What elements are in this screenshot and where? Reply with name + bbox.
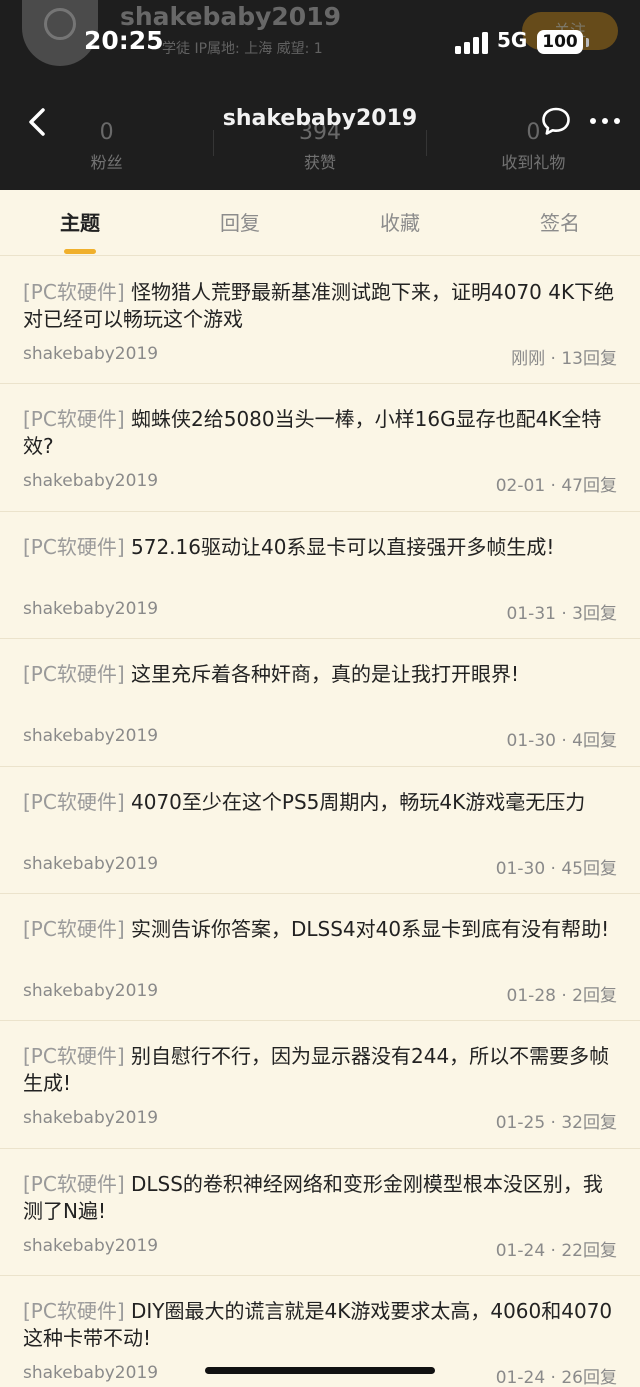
post-title: [PC软硬件] DLSS的卷积神经网络和变形金刚模型根本没区别，我测了N遍! (23, 1171, 618, 1227)
tab-label: 主题 (60, 211, 100, 235)
post-tag: [PC软硬件] (23, 1044, 125, 1069)
post-item[interactable]: [PC软硬件] 572.16驱动让40系显卡可以直接强开多帧生成! shakeb… (0, 512, 640, 640)
post-replies: 47回复 (561, 476, 617, 497)
post-item[interactable]: [PC软硬件] 实测告诉你答案，DLSS4对40系显卡到底有没有帮助! shak… (0, 894, 640, 1022)
post-title: [PC软硬件] 实测告诉你答案，DLSS4对40系显卡到底有没有帮助! (23, 916, 618, 972)
post-author: shakebaby2019 (23, 980, 159, 1001)
home-indicator[interactable] (205, 1367, 435, 1374)
post-author: shakebaby2019 (23, 598, 159, 619)
post-title-text: 这里充斥着各种奸商，真的是让我打开眼界! (131, 662, 520, 687)
post-item[interactable]: [PC软硬件] DLSS的卷积神经网络和变形金刚模型根本没区别，我测了N遍! s… (0, 1149, 640, 1277)
post-item[interactable]: [PC软硬件] 怪物猎人荒野最新基准测试跑下来，证明4070 4K下绝对已经可以… (0, 257, 640, 385)
post-meta: 01-30 · 4回复 (506, 731, 617, 752)
post-list: [PC软硬件] 怪物猎人荒野最新基准测试跑下来，证明4070 4K下绝对已经可以… (0, 257, 640, 1387)
post-tag: [PC软硬件] (23, 916, 125, 941)
post-title: [PC软硬件] 这里充斥着各种奸商，真的是让我打开眼界! (23, 661, 618, 717)
post-meta: 01-25 · 32回复 (495, 1113, 617, 1134)
post-title-text: 4070至少在这个PS5周期内，畅玩4K游戏毫无压力 (131, 789, 586, 814)
tab-topics[interactable]: 主题 (0, 190, 160, 255)
post-tag: [PC软硬件] (23, 662, 125, 687)
tab-active-indicator (64, 249, 96, 254)
post-replies: 45回复 (561, 858, 617, 879)
post-author: shakebaby2019 (23, 1108, 159, 1129)
post-title: [PC软硬件] 怪物猎人荒野最新基准测试跑下来，证明4070 4K下绝对已经可以… (23, 279, 618, 335)
tab-label: 签名 (540, 211, 580, 235)
post-meta: 01-28 · 2回复 (506, 985, 617, 1006)
post-author: shakebaby2019 (23, 726, 159, 747)
post-author: shakebaby2019 (23, 471, 159, 492)
tab-bar: 主题 回复 收藏 签名 (0, 190, 640, 256)
message-icon[interactable] (540, 105, 572, 137)
post-date: 02-01 (495, 476, 546, 497)
post-title-text: 实测告诉你答案，DLSS4对40系显卡到底有没有帮助! (131, 916, 610, 941)
post-tag: [PC软硬件] (23, 1171, 125, 1196)
post-meta: 01-31 · 3回复 (506, 603, 617, 624)
post-item[interactable]: [PC软硬件] 蜘蛛侠2给5080当头一棒，小样16G显存也配4K全特效? sh… (0, 384, 640, 512)
post-author: shakebaby2019 (23, 344, 159, 364)
post-replies: 13回复 (561, 349, 617, 369)
page-title: shakebaby2019 (222, 106, 418, 131)
post-title: [PC软硬件] 蜘蛛侠2给5080当头一棒，小样16G显存也配4K全特效? (23, 406, 618, 462)
post-date: 01-30 (506, 731, 556, 752)
stat-label: 获赞 (303, 153, 336, 172)
post-tag: [PC软硬件] (23, 1299, 125, 1324)
post-date: 01-24 (495, 1240, 546, 1261)
post-title: [PC软硬件] 4070至少在这个PS5周期内，畅玩4K游戏毫无压力 (23, 789, 618, 845)
tab-signature[interactable]: 签名 (480, 190, 640, 255)
profile-header: shakebaby2019 学徒 IP属地: 上海 威望: 1 关注 0 粉丝 … (0, 0, 640, 190)
post-title: [PC软硬件] DIY圈最大的谎言就是4K游戏要求太高，4060和4070这种卡… (23, 1298, 618, 1354)
post-replies: 3回复 (572, 603, 617, 624)
post-date: 01-30 (495, 858, 546, 879)
stat-label: 粉丝 (90, 153, 123, 172)
post-author: shakebaby2019 (23, 853, 159, 874)
battery-tip (586, 38, 589, 47)
more-icon[interactable] (588, 105, 622, 137)
post-item[interactable]: [PC软硬件] 别自慰行不行，因为显示器没有244，所以不需要多帧生成! sha… (0, 1021, 640, 1149)
tab-favorites[interactable]: 收藏 (320, 190, 480, 255)
post-tag: [PC软硬件] (23, 789, 125, 814)
post-author: shakebaby2019 (23, 1235, 159, 1256)
post-item[interactable]: [PC软硬件] 这里充斥着各种奸商，真的是让我打开眼界! shakebaby20… (0, 639, 640, 767)
post-tag: [PC软硬件] (23, 280, 125, 304)
post-item[interactable]: [PC软硬件] 4070至少在这个PS5周期内，畅玩4K游戏毫无压力 shake… (0, 767, 640, 894)
post-replies: 26回复 (561, 1368, 617, 1387)
post-date: 01-31 (506, 603, 556, 624)
post-replies: 4回复 (572, 731, 617, 752)
tab-label: 回复 (220, 211, 260, 235)
post-title: [PC软硬件] 别自慰行不行，因为显示器没有244，所以不需要多帧生成! (23, 1043, 618, 1099)
stat-label: 收到礼物 (501, 153, 566, 172)
post-date: 01-28 (506, 985, 556, 1006)
post-date: 刚刚 (511, 349, 546, 369)
post-meta: 刚刚 · 13回复 (511, 349, 617, 369)
status-time: 20:25 (84, 26, 164, 55)
post-tag: [PC软硬件] (23, 407, 125, 432)
signal-icon (455, 32, 488, 54)
post-title: [PC软硬件] 572.16驱动让40系显卡可以直接强开多帧生成! (23, 534, 618, 590)
post-tag: [PC软硬件] (23, 534, 125, 559)
post-author: shakebaby2019 (23, 1363, 159, 1384)
nav-bar: shakebaby2019 (0, 96, 640, 148)
post-meta: 01-24 · 22回复 (495, 1240, 617, 1261)
post-replies: 22回复 (561, 1240, 617, 1261)
post-replies: 32回复 (561, 1113, 617, 1134)
post-meta: 02-01 · 47回复 (495, 476, 617, 497)
back-arrow-icon[interactable] (22, 106, 54, 138)
tab-label: 收藏 (380, 211, 420, 235)
post-replies: 2回复 (572, 985, 617, 1006)
network-label: 5G (497, 28, 528, 52)
post-meta: 01-30 · 45回复 (495, 858, 617, 879)
status-bar: 20:25 5G 100 (0, 26, 640, 62)
battery-icon: 100 (537, 30, 583, 54)
post-title-text: 572.16驱动让40系显卡可以直接强开多帧生成! (131, 534, 555, 559)
post-date: 01-25 (495, 1113, 546, 1134)
post-meta: 01-24 · 26回复 (495, 1368, 617, 1387)
post-date: 01-24 (495, 1368, 546, 1387)
tab-replies[interactable]: 回复 (160, 190, 320, 255)
